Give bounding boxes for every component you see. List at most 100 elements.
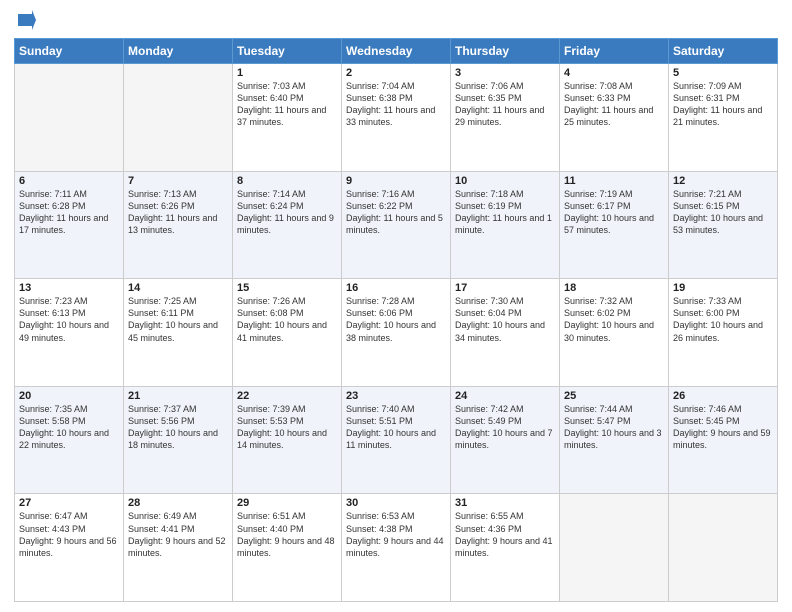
day-number: 15 [237, 282, 337, 294]
day-number: 14 [128, 282, 228, 294]
day-number: 16 [346, 282, 446, 294]
calendar-day-cell: 31Sunrise: 6:55 AM Sunset: 4:36 PM Dayli… [451, 494, 560, 602]
day-number: 31 [455, 497, 555, 509]
calendar-day-cell: 27Sunrise: 6:47 AM Sunset: 4:43 PM Dayli… [15, 494, 124, 602]
day-number: 22 [237, 390, 337, 402]
day-number: 20 [19, 390, 119, 402]
day-number: 23 [346, 390, 446, 402]
calendar-day-header: Sunday [15, 39, 124, 64]
day-detail: Sunrise: 6:51 AM Sunset: 4:40 PM Dayligh… [237, 510, 337, 559]
day-detail: Sunrise: 6:47 AM Sunset: 4:43 PM Dayligh… [19, 510, 119, 559]
day-number: 6 [19, 175, 119, 187]
day-detail: Sunrise: 7:23 AM Sunset: 6:13 PM Dayligh… [19, 295, 119, 344]
day-detail: Sunrise: 7:44 AM Sunset: 5:47 PM Dayligh… [564, 403, 664, 452]
calendar-day-cell: 14Sunrise: 7:25 AM Sunset: 6:11 PM Dayli… [124, 279, 233, 387]
calendar-day-cell: 11Sunrise: 7:19 AM Sunset: 6:17 PM Dayli… [560, 171, 669, 279]
day-number: 1 [237, 67, 337, 79]
calendar-day-cell: 23Sunrise: 7:40 AM Sunset: 5:51 PM Dayli… [342, 386, 451, 494]
day-detail: Sunrise: 7:42 AM Sunset: 5:49 PM Dayligh… [455, 403, 555, 452]
day-number: 19 [673, 282, 773, 294]
calendar-week-row: 13Sunrise: 7:23 AM Sunset: 6:13 PM Dayli… [15, 279, 778, 387]
day-detail: Sunrise: 7:30 AM Sunset: 6:04 PM Dayligh… [455, 295, 555, 344]
day-detail: Sunrise: 7:13 AM Sunset: 6:26 PM Dayligh… [128, 188, 228, 237]
calendar-day-header: Friday [560, 39, 669, 64]
calendar-day-header: Monday [124, 39, 233, 64]
calendar-day-cell: 15Sunrise: 7:26 AM Sunset: 6:08 PM Dayli… [233, 279, 342, 387]
calendar-day-cell: 16Sunrise: 7:28 AM Sunset: 6:06 PM Dayli… [342, 279, 451, 387]
day-number: 28 [128, 497, 228, 509]
day-number: 17 [455, 282, 555, 294]
calendar-day-cell [15, 64, 124, 172]
calendar-day-header: Tuesday [233, 39, 342, 64]
calendar-day-cell: 30Sunrise: 6:53 AM Sunset: 4:38 PM Dayli… [342, 494, 451, 602]
calendar-day-cell: 8Sunrise: 7:14 AM Sunset: 6:24 PM Daylig… [233, 171, 342, 279]
day-detail: Sunrise: 6:53 AM Sunset: 4:38 PM Dayligh… [346, 510, 446, 559]
day-detail: Sunrise: 7:09 AM Sunset: 6:31 PM Dayligh… [673, 80, 773, 129]
day-detail: Sunrise: 7:08 AM Sunset: 6:33 PM Dayligh… [564, 80, 664, 129]
day-detail: Sunrise: 7:04 AM Sunset: 6:38 PM Dayligh… [346, 80, 446, 129]
header [14, 10, 778, 32]
day-detail: Sunrise: 6:55 AM Sunset: 4:36 PM Dayligh… [455, 510, 555, 559]
calendar-week-row: 20Sunrise: 7:35 AM Sunset: 5:58 PM Dayli… [15, 386, 778, 494]
calendar-week-row: 1Sunrise: 7:03 AM Sunset: 6:40 PM Daylig… [15, 64, 778, 172]
calendar-day-cell: 25Sunrise: 7:44 AM Sunset: 5:47 PM Dayli… [560, 386, 669, 494]
calendar-day-cell [560, 494, 669, 602]
day-detail: Sunrise: 7:16 AM Sunset: 6:22 PM Dayligh… [346, 188, 446, 237]
calendar-day-cell [669, 494, 778, 602]
day-detail: Sunrise: 7:14 AM Sunset: 6:24 PM Dayligh… [237, 188, 337, 237]
calendar-day-cell: 6Sunrise: 7:11 AM Sunset: 6:28 PM Daylig… [15, 171, 124, 279]
day-number: 9 [346, 175, 446, 187]
calendar-day-cell: 12Sunrise: 7:21 AM Sunset: 6:15 PM Dayli… [669, 171, 778, 279]
day-detail: Sunrise: 7:21 AM Sunset: 6:15 PM Dayligh… [673, 188, 773, 237]
day-detail: Sunrise: 7:39 AM Sunset: 5:53 PM Dayligh… [237, 403, 337, 452]
day-number: 12 [673, 175, 773, 187]
calendar-day-cell: 2Sunrise: 7:04 AM Sunset: 6:38 PM Daylig… [342, 64, 451, 172]
calendar-day-cell: 24Sunrise: 7:42 AM Sunset: 5:49 PM Dayli… [451, 386, 560, 494]
calendar-week-row: 6Sunrise: 7:11 AM Sunset: 6:28 PM Daylig… [15, 171, 778, 279]
calendar-day-cell: 21Sunrise: 7:37 AM Sunset: 5:56 PM Dayli… [124, 386, 233, 494]
calendar-day-cell: 9Sunrise: 7:16 AM Sunset: 6:22 PM Daylig… [342, 171, 451, 279]
calendar-day-cell: 13Sunrise: 7:23 AM Sunset: 6:13 PM Dayli… [15, 279, 124, 387]
calendar-day-header: Saturday [669, 39, 778, 64]
calendar-day-cell: 29Sunrise: 6:51 AM Sunset: 4:40 PM Dayli… [233, 494, 342, 602]
day-number: 2 [346, 67, 446, 79]
day-number: 10 [455, 175, 555, 187]
day-number: 30 [346, 497, 446, 509]
calendar-day-cell: 10Sunrise: 7:18 AM Sunset: 6:19 PM Dayli… [451, 171, 560, 279]
logo [14, 10, 36, 32]
calendar-day-cell: 28Sunrise: 6:49 AM Sunset: 4:41 PM Dayli… [124, 494, 233, 602]
calendar-day-cell: 1Sunrise: 7:03 AM Sunset: 6:40 PM Daylig… [233, 64, 342, 172]
day-detail: Sunrise: 7:19 AM Sunset: 6:17 PM Dayligh… [564, 188, 664, 237]
calendar-day-header: Wednesday [342, 39, 451, 64]
day-detail: Sunrise: 7:26 AM Sunset: 6:08 PM Dayligh… [237, 295, 337, 344]
day-detail: Sunrise: 7:25 AM Sunset: 6:11 PM Dayligh… [128, 295, 228, 344]
day-number: 27 [19, 497, 119, 509]
day-detail: Sunrise: 6:49 AM Sunset: 4:41 PM Dayligh… [128, 510, 228, 559]
page: SundayMondayTuesdayWednesdayThursdayFrid… [0, 0, 792, 612]
day-number: 29 [237, 497, 337, 509]
day-detail: Sunrise: 7:06 AM Sunset: 6:35 PM Dayligh… [455, 80, 555, 129]
day-number: 3 [455, 67, 555, 79]
day-detail: Sunrise: 7:11 AM Sunset: 6:28 PM Dayligh… [19, 188, 119, 237]
day-number: 25 [564, 390, 664, 402]
day-detail: Sunrise: 7:46 AM Sunset: 5:45 PM Dayligh… [673, 403, 773, 452]
day-number: 5 [673, 67, 773, 79]
calendar-day-cell: 18Sunrise: 7:32 AM Sunset: 6:02 PM Dayli… [560, 279, 669, 387]
calendar-header-row: SundayMondayTuesdayWednesdayThursdayFrid… [15, 39, 778, 64]
day-number: 24 [455, 390, 555, 402]
calendar-day-cell [124, 64, 233, 172]
calendar-day-cell: 7Sunrise: 7:13 AM Sunset: 6:26 PM Daylig… [124, 171, 233, 279]
day-detail: Sunrise: 7:37 AM Sunset: 5:56 PM Dayligh… [128, 403, 228, 452]
day-number: 18 [564, 282, 664, 294]
day-detail: Sunrise: 7:28 AM Sunset: 6:06 PM Dayligh… [346, 295, 446, 344]
calendar-day-cell: 22Sunrise: 7:39 AM Sunset: 5:53 PM Dayli… [233, 386, 342, 494]
day-detail: Sunrise: 7:03 AM Sunset: 6:40 PM Dayligh… [237, 80, 337, 129]
calendar-table: SundayMondayTuesdayWednesdayThursdayFrid… [14, 38, 778, 602]
day-number: 7 [128, 175, 228, 187]
calendar-day-cell: 17Sunrise: 7:30 AM Sunset: 6:04 PM Dayli… [451, 279, 560, 387]
calendar-day-cell: 5Sunrise: 7:09 AM Sunset: 6:31 PM Daylig… [669, 64, 778, 172]
calendar-day-cell: 4Sunrise: 7:08 AM Sunset: 6:33 PM Daylig… [560, 64, 669, 172]
calendar-week-row: 27Sunrise: 6:47 AM Sunset: 4:43 PM Dayli… [15, 494, 778, 602]
day-detail: Sunrise: 7:18 AM Sunset: 6:19 PM Dayligh… [455, 188, 555, 237]
calendar-day-cell: 20Sunrise: 7:35 AM Sunset: 5:58 PM Dayli… [15, 386, 124, 494]
